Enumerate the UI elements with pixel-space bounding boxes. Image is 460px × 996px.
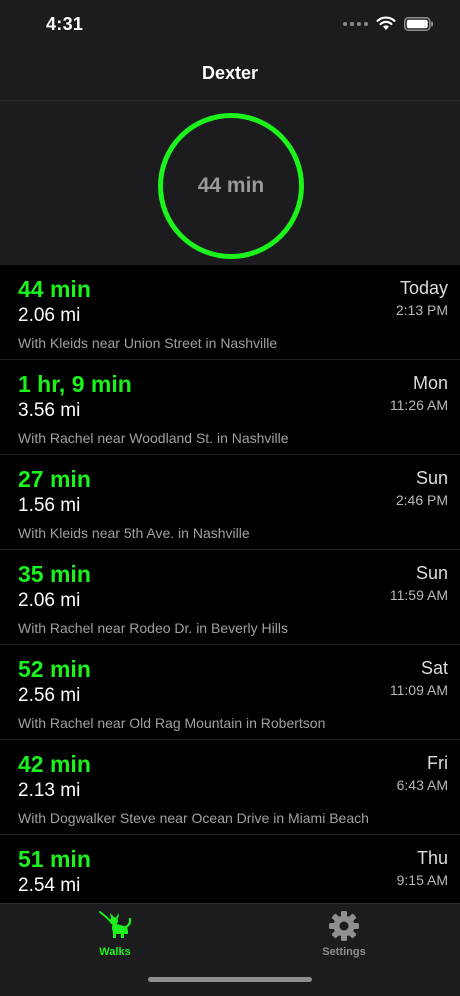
tab-label: Settings xyxy=(322,946,366,958)
battery-icon xyxy=(404,16,433,31)
walk-distance: 3.56 mi xyxy=(18,400,81,421)
tab-label: Walks xyxy=(99,946,131,958)
walk-row[interactable]: 44 min 2.06 mi With Kleids near Union St… xyxy=(0,265,460,360)
walk-detail: With Kleids near 5th Ave. in Nashville xyxy=(18,525,250,541)
walk-distance: 2.56 mi xyxy=(18,685,81,706)
summary-panel: 44 min xyxy=(0,101,460,265)
wifi-icon xyxy=(376,16,396,30)
walk-row[interactable]: 27 min 1.56 mi With Kleids near 5th Ave.… xyxy=(0,455,460,550)
tab-walks[interactable]: Walks xyxy=(55,910,175,970)
walk-distance: 2.06 mi xyxy=(18,305,81,326)
walk-duration: 44 min xyxy=(18,276,91,302)
walk-day: Sun xyxy=(415,468,448,488)
walk-distance: 2.06 mi xyxy=(18,590,81,611)
walk-time: 9:15 AM xyxy=(396,872,448,888)
walk-distance: 2.54 mi xyxy=(18,875,81,896)
walk-list[interactable]: 44 min 2.06 mi With Kleids near Union St… xyxy=(0,265,460,903)
cellular-signal-icon xyxy=(343,21,368,26)
home-indicator[interactable] xyxy=(148,977,312,982)
page-title: Dexter xyxy=(201,63,259,83)
screen: 4:31 Dexter 44 min 44 min 2.06 mi With K… xyxy=(0,0,460,996)
walk-day: Sat xyxy=(420,658,448,678)
status-time: 4:31 xyxy=(46,14,84,34)
tab-settings[interactable]: Settings xyxy=(284,910,404,970)
walk-detail: With Kleids near Union Street in Nashvil… xyxy=(18,335,278,351)
ring-label: 44 min xyxy=(197,174,265,197)
walk-day: Thu xyxy=(416,848,448,868)
walk-duration: 42 min xyxy=(18,751,91,777)
walk-row[interactable]: 51 min 2.54 mi Thu 9:15 AM xyxy=(0,835,460,903)
walk-time: 2:13 PM xyxy=(395,302,448,318)
walk-detail: With Rachel near Woodland St. in Nashvil… xyxy=(18,430,289,446)
walk-time: 6:43 AM xyxy=(396,777,448,793)
gear-icon xyxy=(329,911,359,941)
walk-distance: 1.56 mi xyxy=(18,495,81,516)
walk-detail: With Dogwalker Steve near Ocean Drive in… xyxy=(18,810,369,826)
status-bar: 4:31 xyxy=(0,0,460,50)
walk-duration: 52 min xyxy=(18,656,91,682)
walk-time: 11:09 AM xyxy=(389,682,448,698)
walk-detail: With Rachel near Rodeo Dr. in Beverly Hi… xyxy=(18,620,288,636)
walk-duration: 51 min xyxy=(18,846,91,872)
walk-row[interactable]: 52 min 2.56 mi With Rachel near Old Rag … xyxy=(0,645,460,740)
walk-detail: With Rachel near Old Rag Mountain in Rob… xyxy=(18,715,326,731)
walk-row[interactable]: 35 min 2.06 mi With Rachel near Rodeo Dr… xyxy=(0,550,460,645)
walk-duration: 27 min xyxy=(18,466,91,492)
walk-duration: 35 min xyxy=(18,561,91,587)
walk-time: 11:59 AM xyxy=(389,587,448,603)
status-icons xyxy=(343,16,434,31)
walk-time: 11:26 AM xyxy=(389,397,448,413)
walk-distance: 2.13 mi xyxy=(18,780,81,801)
tab-bar: Walks Settings xyxy=(0,903,460,996)
walk-day: Sun xyxy=(415,563,448,583)
walk-duration: 1 hr, 9 min xyxy=(18,371,132,397)
walk-day: Today xyxy=(399,278,448,298)
navigation-bar: Dexter xyxy=(0,50,460,101)
walk-time: 2:46 PM xyxy=(395,492,448,508)
dog-icon xyxy=(99,911,132,938)
walk-day: Fri xyxy=(427,753,448,773)
walk-row[interactable]: 42 min 2.13 mi With Dogwalker Steve near… xyxy=(0,740,460,835)
progress-ring: 44 min xyxy=(158,113,304,259)
walk-day: Mon xyxy=(412,373,448,393)
walk-row[interactable]: 1 hr, 9 min 3.56 mi With Rachel near Woo… xyxy=(0,360,460,455)
